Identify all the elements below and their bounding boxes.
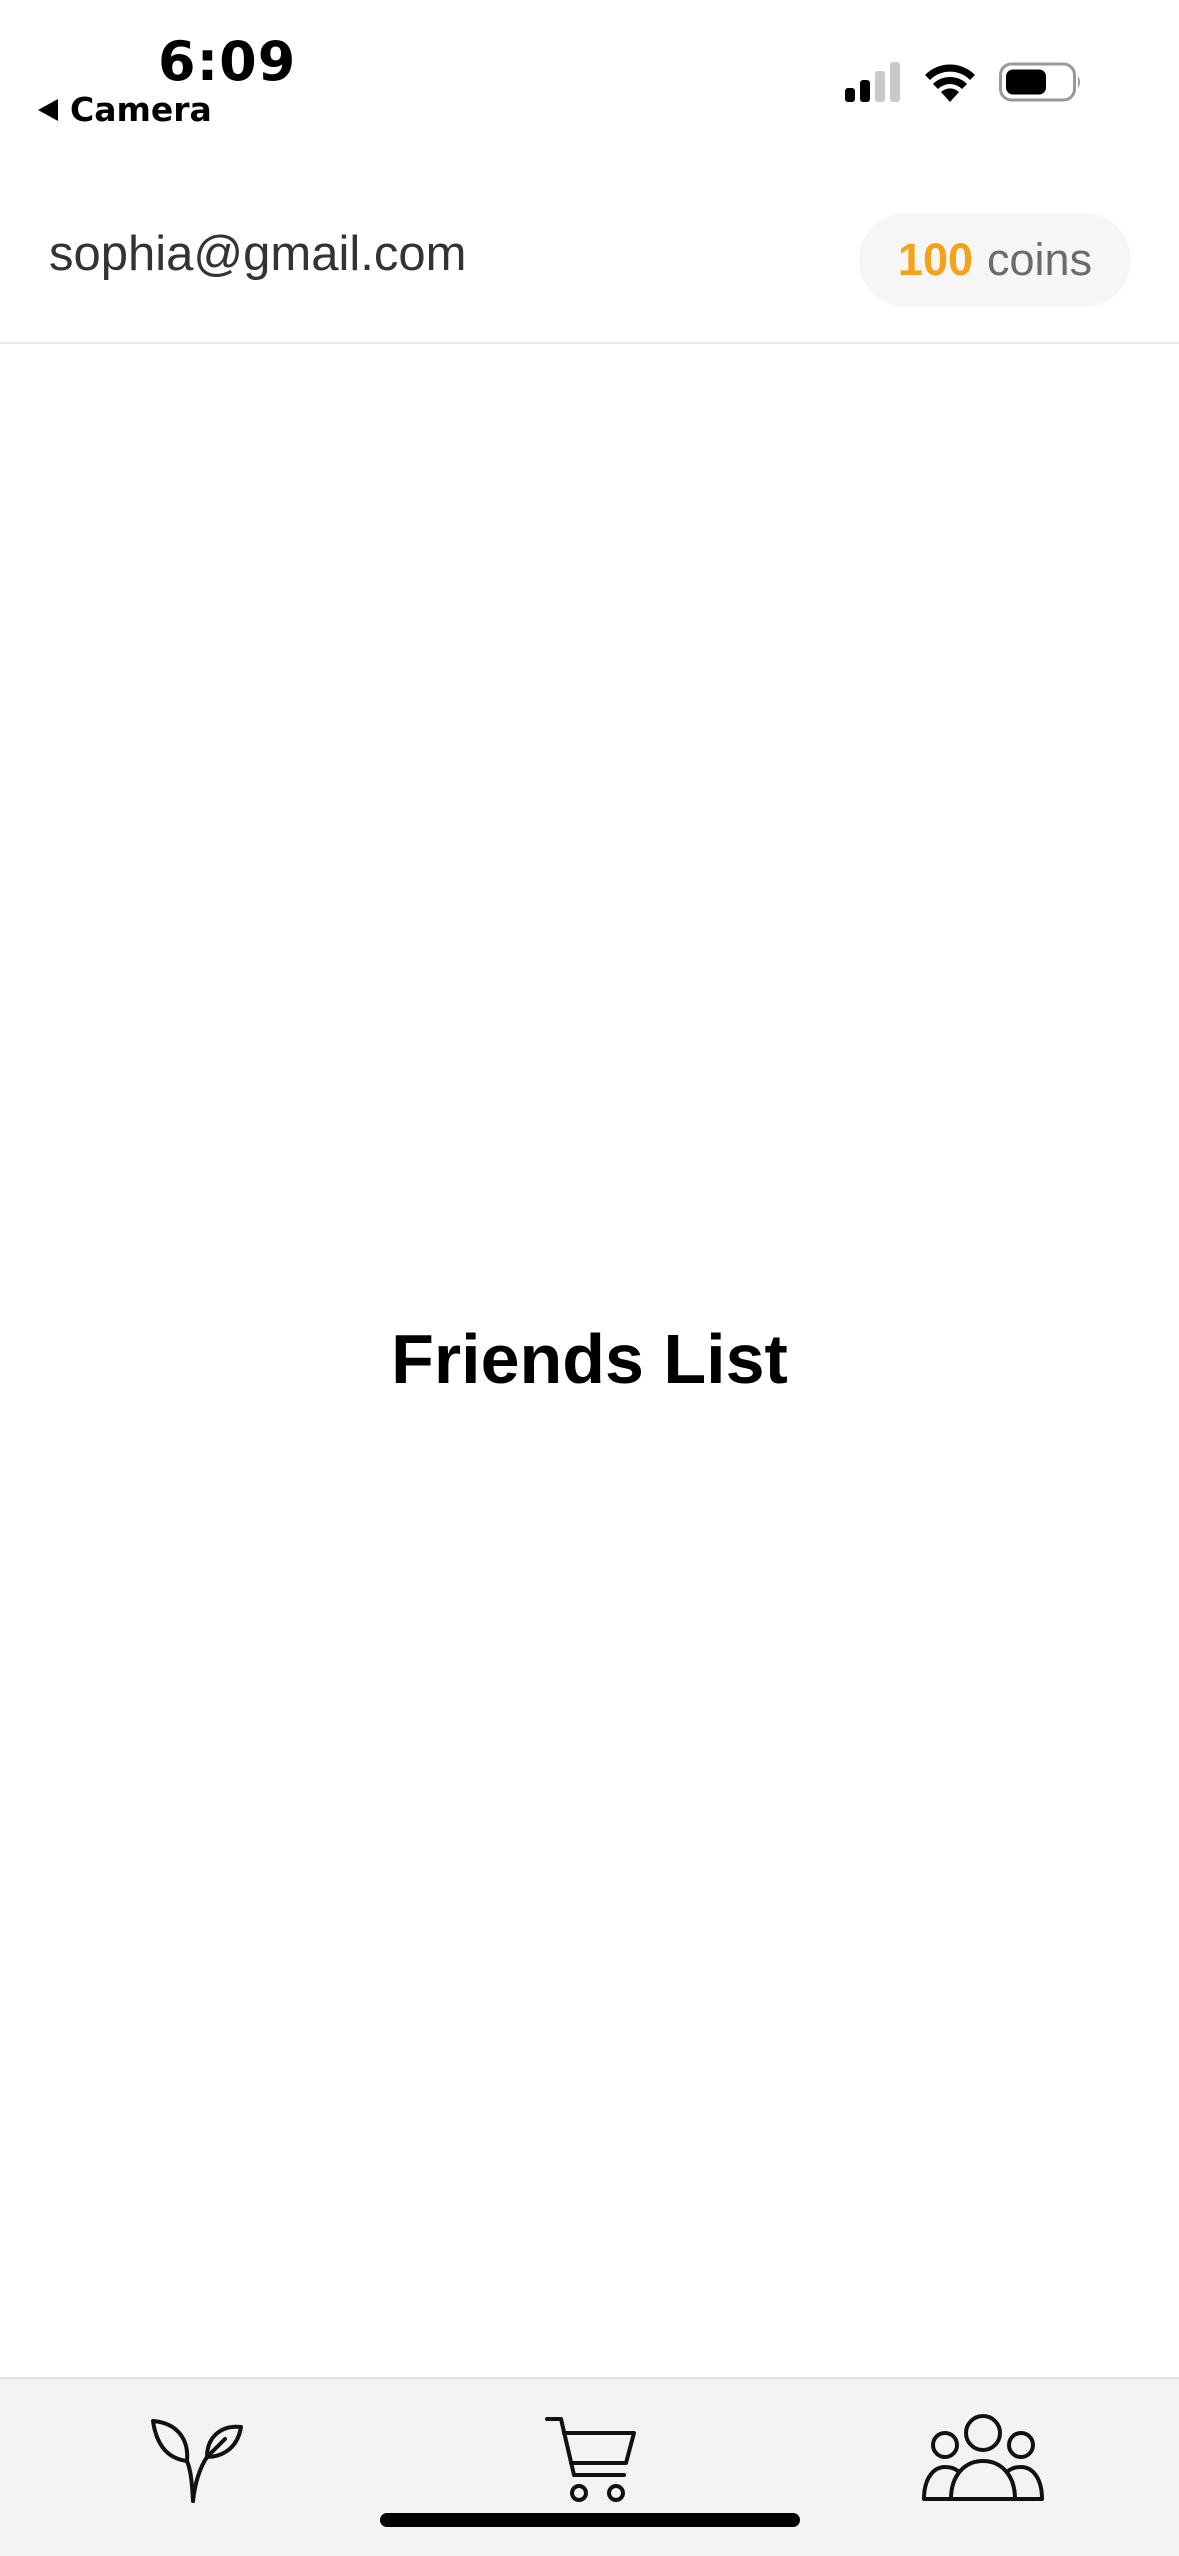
- coins-balance-badge: 100 coins: [859, 213, 1131, 307]
- tab-shop[interactable]: [527, 2409, 657, 2509]
- home-indicator[interactable]: [380, 2513, 800, 2527]
- user-email: sophia@gmail.com: [49, 227, 467, 281]
- coins-amount: 100: [897, 234, 974, 285]
- coins-unit-label: coins: [987, 234, 1093, 285]
- users-icon: [922, 2414, 1044, 2501]
- wifi-icon: [925, 64, 975, 102]
- status-icons: [845, 62, 1083, 102]
- back-arrow-icon: [38, 98, 58, 121]
- tab-garden[interactable]: [132, 2409, 262, 2509]
- back-to-app-label: Camera: [70, 90, 212, 129]
- battery-icon: [999, 62, 1080, 102]
- back-to-app-button[interactable]: Camera: [38, 90, 212, 129]
- tab-bar: [0, 2377, 1179, 2556]
- page-title: Friends List: [391, 1320, 788, 1398]
- app-header: sophia@gmail.com 100 coins: [0, 170, 1179, 344]
- status-time: 6:09: [158, 30, 297, 93]
- status-bar: 6:09 Camera: [0, 0, 1179, 170]
- shopping-cart-icon: [545, 2417, 636, 2502]
- cellular-signal-icon: [845, 62, 900, 102]
- tab-friends[interactable]: [918, 2409, 1048, 2509]
- main-content: Friends List: [0, 344, 1179, 2377]
- sprout-icon: [151, 2419, 243, 2503]
